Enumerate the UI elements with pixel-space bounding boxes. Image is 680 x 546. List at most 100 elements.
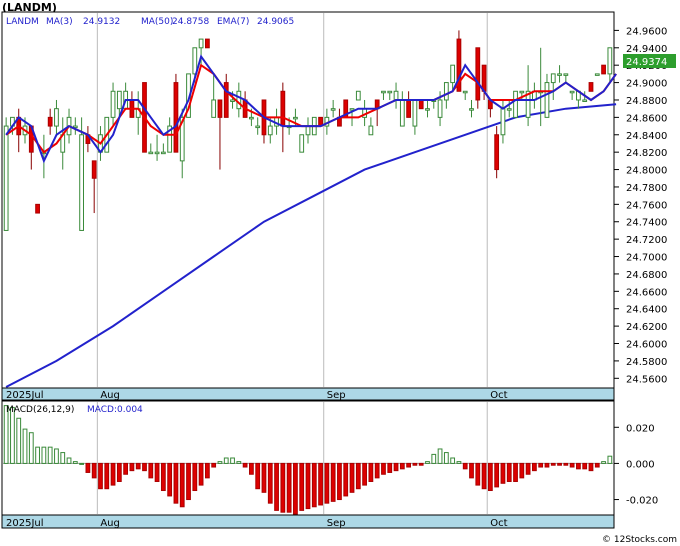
macd-legend-label: MACD(26,12,9): [6, 405, 74, 415]
macd-bar-positive: [456, 461, 462, 464]
macd-bar-positive: [601, 461, 606, 464]
macd-legend-value: MACD:0.004: [87, 405, 143, 415]
price-y-tick-label: 24.6000: [626, 340, 667, 351]
macd-bar-negative: [267, 462, 273, 504]
price-date-label: Aug: [100, 390, 120, 401]
macd-bar-positive: [47, 446, 53, 464]
macd-bar-negative: [588, 462, 594, 472]
macd-bar-negative: [594, 462, 600, 468]
macd-bar-negative: [305, 462, 311, 510]
macd-bar-positive: [443, 452, 449, 464]
price-y-tick-label: 24.7200: [626, 235, 667, 246]
candle-body: [79, 134, 84, 231]
candle-down: [588, 82, 594, 92]
macd-bar-positive: [217, 461, 223, 464]
macd-bar-negative: [475, 462, 481, 486]
macd-bar-negative: [513, 462, 518, 482]
macd-bar-negative: [98, 462, 103, 490]
macd-bar-negative: [330, 462, 336, 502]
macd-bar-positive: [431, 453, 437, 464]
macd-bar-negative: [337, 462, 342, 501]
candle-body: [601, 64, 606, 75]
candle-body: [550, 73, 556, 84]
macd-bar-negative: [569, 462, 575, 468]
macd-bar-negative: [576, 462, 581, 470]
price-y-tick-label: 24.6600: [626, 287, 667, 298]
price-y-tick-label: 24.8600: [626, 113, 667, 124]
macd-bar-positive: [16, 417, 22, 464]
macd-bar-positive: [66, 457, 72, 464]
candle-body: [330, 108, 336, 111]
macd-bar-positive: [236, 461, 242, 464]
candle-body: [418, 99, 424, 110]
candle-body: [425, 108, 430, 111]
candle-body: [381, 90, 386, 94]
candle-body: [393, 90, 399, 101]
candle-body: [368, 125, 374, 136]
price-y-tick-label: 24.7400: [626, 218, 667, 229]
price-y-tick-label: 24.6200: [626, 322, 667, 333]
macd-bar-positive: [437, 448, 443, 464]
macd-bar-positive: [79, 462, 84, 465]
candle-body: [355, 90, 361, 101]
price-y-tick-label: 24.8800: [626, 96, 667, 107]
macd-bar-negative: [173, 462, 179, 504]
candle-body: [569, 90, 575, 94]
macd-bar-negative: [261, 462, 267, 493]
macd-bar-negative: [500, 462, 506, 484]
candle-body: [3, 125, 9, 231]
candle-body: [110, 90, 116, 118]
macd-bar-positive: [41, 446, 47, 464]
price-y-tick-label: 24.8200: [626, 148, 667, 159]
candle-down: [601, 64, 606, 75]
price-y-tick-label: 24.6400: [626, 305, 667, 316]
macd-bar-negative: [192, 462, 198, 492]
macd-bar-negative: [293, 462, 298, 515]
macd-y-tick-label: 0.000: [626, 459, 655, 470]
macd-bar-negative: [525, 462, 531, 475]
candle-body: [211, 99, 217, 118]
price-panel: 24.960024.940024.920024.900024.880024.86…: [1, 11, 676, 389]
macd-bar-negative: [538, 462, 544, 468]
macd-bar-negative: [148, 462, 154, 479]
macd-bar-negative: [286, 462, 292, 513]
price-date-label: Sep: [327, 390, 346, 401]
macd-bar-negative: [418, 462, 424, 466]
candle-body: [293, 116, 298, 120]
macd-bar-positive: [607, 455, 613, 464]
macd-bar-negative: [318, 462, 323, 506]
macd-y-tick-label: 0.020: [626, 423, 655, 434]
price-date-label: 2025Jul: [6, 390, 44, 401]
macd-bar-negative: [368, 462, 374, 482]
macd-bar-positive: [72, 461, 78, 464]
candle-body: [557, 73, 562, 76]
macd-bar-negative: [249, 462, 254, 475]
macd-bar-negative: [142, 462, 147, 472]
macd-bar-negative: [494, 462, 500, 488]
candle-body: [462, 90, 468, 94]
candle-body: [594, 73, 600, 76]
macd-bar-negative: [481, 462, 487, 490]
candle-body: [192, 47, 198, 75]
macd-bar-negative: [349, 462, 355, 493]
candle-body: [230, 99, 235, 102]
candle-body: [160, 151, 166, 155]
candle-body: [173, 82, 179, 153]
candle-body: [249, 116, 254, 120]
candle-down: [204, 38, 210, 49]
legend-ma50-value: 24.8758: [172, 17, 209, 27]
macd-bar-negative: [374, 462, 380, 479]
macd-bar-negative: [412, 462, 418, 466]
candle-body: [217, 99, 223, 118]
macd-bar-negative: [116, 462, 122, 482]
candle-up: [299, 134, 305, 153]
macd-date-band: [1, 514, 615, 529]
legend-ema7-label: EMA(7): [217, 17, 249, 27]
macd-bar-negative: [242, 462, 248, 468]
macd-bar-positive: [425, 461, 430, 464]
legend-ma3-value: 24.9132: [83, 17, 120, 27]
macd-panel: 0.020 0.000 -0.020 MACD(26,12,9) MACD:0.00…: [1, 400, 658, 516]
candle-body: [406, 99, 412, 118]
legend-ma3-label: MA(3): [46, 17, 73, 27]
macd-bar-negative: [399, 462, 405, 470]
